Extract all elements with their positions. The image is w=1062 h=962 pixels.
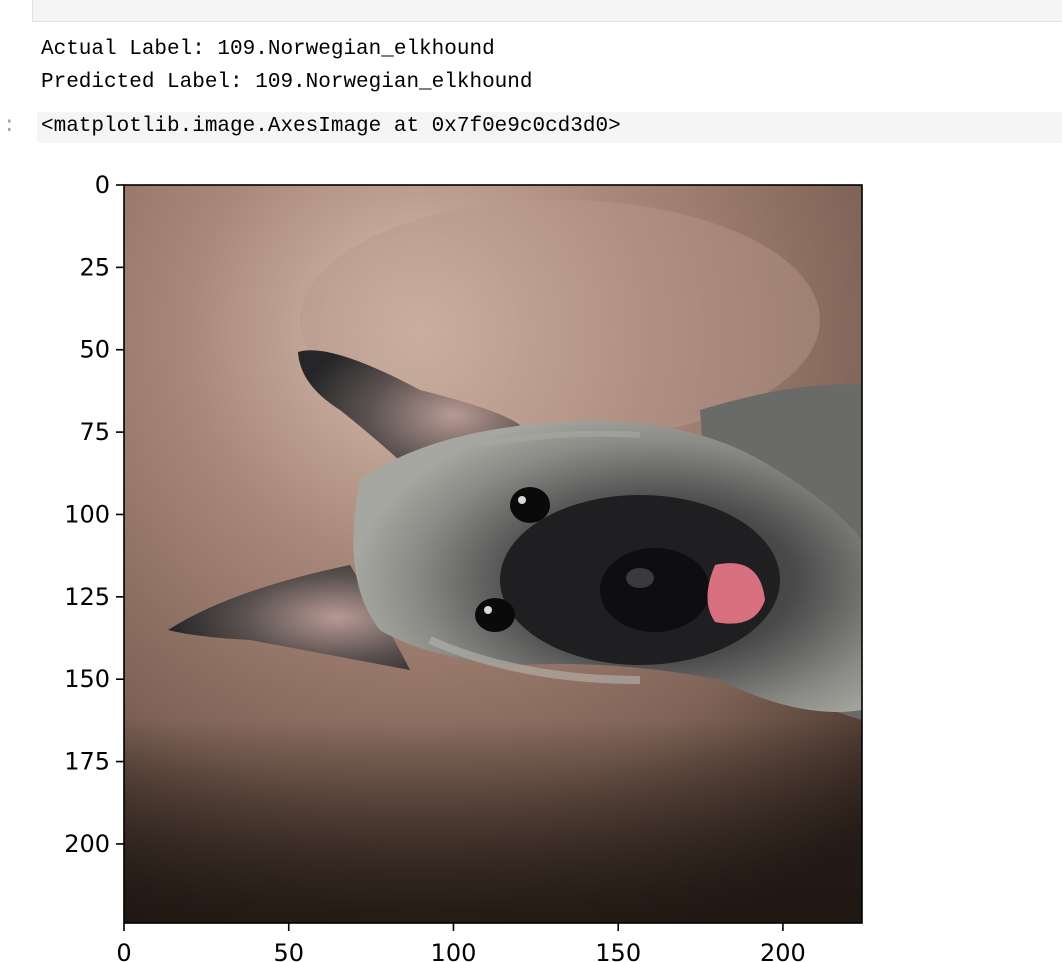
y-axis: 0 25 50 75 100 125 150 175 200 <box>64 171 124 858</box>
y-tick-label: 150 <box>64 665 110 693</box>
y-tick-label: 50 <box>79 336 110 364</box>
dog-image <box>124 185 862 923</box>
x-tick-label: 100 <box>431 939 477 962</box>
y-tick-label: 200 <box>64 830 110 858</box>
dog-nose <box>600 548 710 632</box>
predicted-label-line: Predicted Label: 109.Norwegian_elkhound <box>41 71 533 94</box>
y-tick-label: 0 <box>95 171 110 199</box>
x-tick-label: 200 <box>760 939 806 962</box>
y-tick-label: 100 <box>64 500 110 528</box>
axesimage-repr: <matplotlib.image.AxesImage at 0x7f0e9c0… <box>41 115 621 138</box>
y-tick-label: 25 <box>79 253 110 281</box>
y-tick-label: 125 <box>64 583 110 611</box>
stdout-output: Actual Label: 109.Norwegian_elkhound Pred… <box>41 33 532 99</box>
actual-label-line: Actual Label: 109.Norwegian_elkhound <box>41 38 495 61</box>
dog-eye-upper <box>510 487 550 523</box>
x-tick-label: 0 <box>116 939 131 962</box>
previous-code-cell[interactable] <box>32 0 1062 22</box>
x-tick-label: 150 <box>595 939 641 962</box>
x-tick-label: 50 <box>273 939 304 962</box>
y-tick-label: 75 <box>79 418 110 446</box>
output-prompt: : <box>3 115 16 138</box>
dog-eye-lower <box>475 598 515 632</box>
y-tick-label: 175 <box>64 748 110 776</box>
x-axis: 0 50 100 150 200 <box>116 923 806 962</box>
matplotlib-figure: 0 25 50 75 100 125 150 175 200 0 50 100 150 200 <box>64 171 863 962</box>
